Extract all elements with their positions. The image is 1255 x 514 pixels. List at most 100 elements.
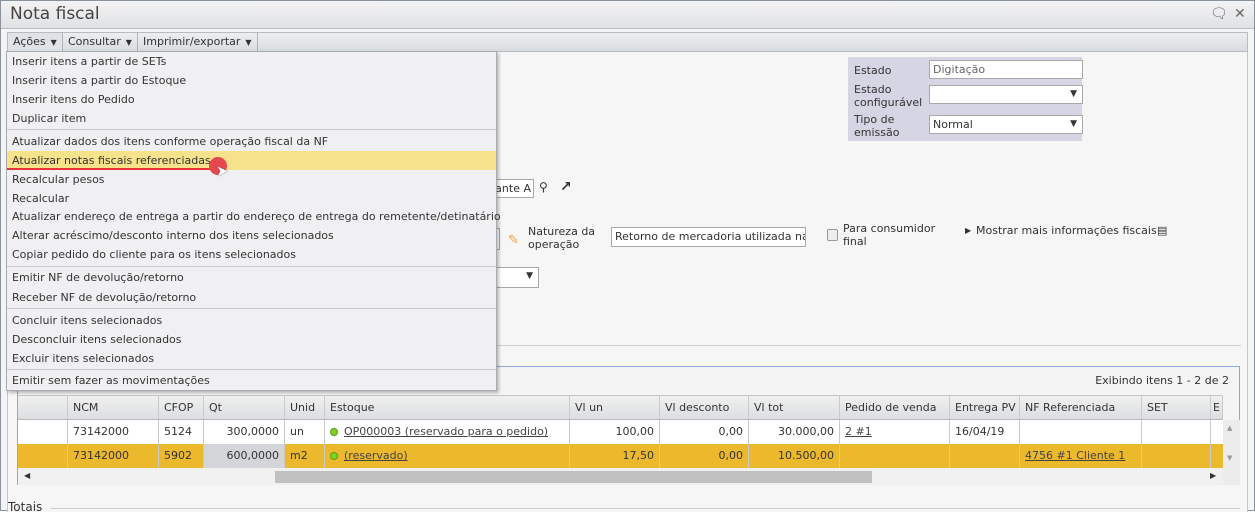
menu-item-desconcluir[interactable]: Desconcluir itens selecionados	[7, 330, 496, 349]
totais-label: Totais	[8, 500, 43, 514]
cfop-cell: 5124	[159, 420, 204, 444]
header-pedido-venda[interactable]: Pedido de venda	[840, 396, 950, 419]
consumidor-label-1: Para consumidor	[843, 222, 936, 235]
header-unid[interactable]: Unid	[285, 396, 325, 419]
mouse-cursor-icon: ➤	[216, 162, 229, 180]
comment-icon[interactable]: 🗨	[1210, 6, 1228, 22]
header-nf-referenciada[interactable]: NF Referenciada	[1020, 396, 1142, 419]
caret-down-icon: ▼	[50, 38, 57, 47]
expand-arrow-icon[interactable]: ▶	[965, 226, 971, 235]
menu-item-atualizar-dados[interactable]: Atualizar dados dos itens conforme opera…	[7, 132, 496, 151]
row-select-cell[interactable]	[18, 420, 68, 444]
external-link-icon[interactable]: ↗	[560, 179, 572, 195]
natureza-operacao-field[interactable]: Retorno de mercadoria utilizada na	[611, 227, 806, 247]
menu-separator	[7, 308, 496, 309]
pedido-cell	[840, 444, 950, 468]
header-e[interactable]: E	[1211, 396, 1223, 419]
menu-item-emitir-devolucao[interactable]: Emitir NF de devolução/retorno	[7, 268, 496, 287]
menu-item-emitir-sem-movimentacoes[interactable]: Emitir sem fazer as movimentações	[7, 371, 496, 390]
cfop-cell: 5902	[159, 444, 204, 468]
unid-cell: un	[285, 420, 325, 444]
mais-informacoes-link[interactable]: Mostrar mais informações fiscais	[976, 225, 1157, 237]
unid-cell: m2	[285, 444, 325, 468]
nf-ref-link[interactable]: 4756 #1 Cliente 1	[1025, 449, 1125, 462]
acoes-dropdown-menu: Inserir itens a partir de SETs Inserir i…	[6, 51, 501, 391]
menu-item-concluir[interactable]: Concluir itens selecionados	[7, 311, 496, 330]
menu-item-excluir[interactable]: Excluir itens selecionados	[7, 349, 496, 368]
menu-item-inserir-sets[interactable]: Inserir itens a partir de SETs	[7, 52, 496, 71]
menu-item-inserir-estoque[interactable]: Inserir itens a partir do Estoque	[7, 71, 496, 90]
header-estoque[interactable]: Estoque	[325, 396, 570, 419]
qt-cell: 300,0000	[204, 420, 285, 444]
divider	[497, 345, 1241, 346]
estoque-cell: OP000003 (reservado para o pedido)	[325, 420, 570, 444]
header-vl-un[interactable]: Vl un	[570, 396, 660, 419]
search-icon[interactable]: ⚲	[539, 180, 548, 194]
header-select[interactable]	[18, 396, 68, 419]
imprimir-menu-button[interactable]: Imprimir/exportar ▼	[138, 33, 258, 51]
scroll-thumb[interactable]	[275, 471, 872, 483]
scroll-up-icon[interactable]: ▲	[1227, 424, 1232, 432]
paging-info: Exibindo itens 1 - 2 de 2	[1095, 374, 1229, 387]
acoes-menu-button[interactable]: Ações ▼	[8, 33, 63, 51]
pedido-link[interactable]: 2 #1	[845, 425, 872, 438]
pencil-icon[interactable]: ✎	[508, 233, 519, 248]
tipo-emissao-select[interactable]: Normal ▼	[929, 115, 1083, 134]
estado-configuravel-select[interactable]: ▼	[929, 85, 1083, 104]
highlight-underline	[7, 168, 212, 170]
estoque-link[interactable]: (reservado)	[344, 449, 408, 462]
window-title: Nota fiscal	[10, 4, 100, 24]
consultar-menu-button[interactable]: Consultar ▼	[63, 33, 138, 51]
close-icon[interactable]: ✕	[1234, 6, 1246, 22]
menu-item-receber-devolucao[interactable]: Receber NF de devolução/retorno	[7, 288, 496, 307]
vl-un-cell: 100,00	[570, 420, 660, 444]
header-entrega-pv[interactable]: Entrega PV	[950, 396, 1020, 419]
menu-item-alterar-acrescimo[interactable]: Alterar acréscimo/desconto interno dos i…	[7, 226, 496, 245]
dropdown-arrow-icon: ▼	[1070, 119, 1077, 129]
configuravel-label-1: Estado	[854, 83, 892, 96]
qt-cell[interactable]: 600,0000	[204, 444, 285, 468]
tipo-label-2: emissão	[854, 126, 900, 139]
nf-ref-cell: 4756 #1 Cliente 1	[1020, 444, 1142, 468]
menu-item-recalcular[interactable]: Recalcular	[7, 189, 496, 208]
header-vl-tot[interactable]: Vl tot	[749, 396, 840, 419]
nf-ref-cell	[1020, 420, 1142, 444]
vl-un-cell: 17,50	[570, 444, 660, 468]
consultar-label: Consultar	[68, 35, 121, 48]
natureza-label-2: operação	[528, 238, 580, 251]
title-bar: Nota fiscal 🗨 ✕	[1, 1, 1254, 29]
scroll-down-icon[interactable]: ▼	[1227, 454, 1232, 462]
ncm-cell: 73142000	[68, 420, 159, 444]
menu-separator	[7, 129, 496, 130]
imprimir-label: Imprimir/exportar	[143, 35, 241, 48]
document-icon[interactable]: ▤	[1157, 224, 1167, 237]
header-cfop[interactable]: CFOP	[159, 396, 204, 419]
vertical-scrollbar[interactable]: ▲ ▼	[1223, 420, 1240, 485]
menu-item-copiar-pedido[interactable]: Copiar pedido do cliente para os itens s…	[7, 245, 496, 264]
entrega-cell: 16/04/19	[950, 420, 1020, 444]
scroll-left-icon[interactable]: ◀	[24, 471, 30, 480]
header-vl-desconto[interactable]: Vl desconto	[660, 396, 749, 419]
vl-tot-cell: 30.000,00	[749, 420, 840, 444]
vl-tot-cell: 10.500,00	[749, 444, 840, 468]
table-row[interactable]: 73142000 5124 300,0000 un OP000003 (rese…	[18, 420, 1223, 444]
header-qt[interactable]: Qt	[204, 396, 285, 419]
consumidor-final-checkbox[interactable]	[827, 229, 838, 241]
scroll-right-icon[interactable]: ▶	[1210, 471, 1216, 480]
horizontal-scrollbar[interactable]: ◀ ▶	[18, 468, 1223, 485]
menu-item-inserir-pedido[interactable]: Inserir itens do Pedido	[7, 90, 496, 109]
table-row-selected[interactable]: 73142000 5902 600,0000 m2 (reservado) 17…	[18, 444, 1223, 468]
row-select-cell[interactable]	[18, 444, 68, 468]
estado-field[interactable]: Digitação	[929, 60, 1083, 79]
header-ncm[interactable]: NCM	[68, 396, 159, 419]
configuravel-label-2: configurável	[854, 96, 923, 109]
estoque-link[interactable]: OP000003 (reservado para o pedido)	[344, 425, 548, 438]
menu-item-atualizar-endereco[interactable]: Atualizar endereço de entrega a partir d…	[7, 207, 501, 226]
menu-item-recalcular-pesos[interactable]: Recalcular pesos	[7, 170, 496, 189]
header-set[interactable]: SET	[1142, 396, 1211, 419]
menu-item-duplicar[interactable]: Duplicar item	[7, 109, 496, 128]
natureza-label-1: Natureza da	[528, 225, 596, 238]
grid-header: NCM CFOP Qt Unid Estoque Vl un Vl descon…	[18, 395, 1223, 420]
estoque-cell: (reservado)	[325, 444, 570, 468]
caret-down-icon: ▼	[125, 38, 132, 47]
